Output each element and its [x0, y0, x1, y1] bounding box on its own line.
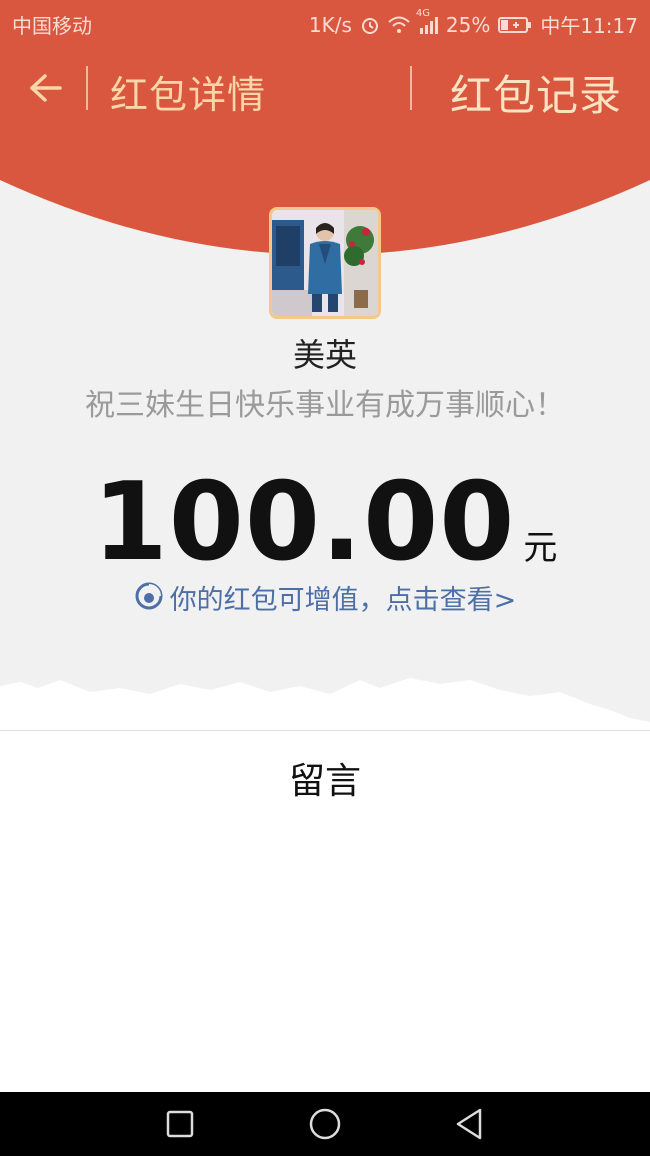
red-packet-record-link[interactable]: 红包记录 — [450, 62, 622, 123]
header-divider — [86, 66, 88, 110]
greeting-message: 祝三妹生日快乐事业有成万事顺心！ — [85, 388, 565, 423]
arrow-left-icon — [30, 74, 62, 102]
top-header: 红包详情 红包记录 — [0, 44, 650, 134]
nav-back-button[interactable] — [452, 1106, 488, 1142]
recent-apps-button[interactable] — [162, 1106, 198, 1142]
system-navigation-bar — [0, 1092, 650, 1156]
currency-unit: 元 — [523, 528, 558, 568]
amount-value: 100.00 — [92, 460, 516, 585]
header-divider — [410, 66, 412, 110]
network-speed: 1K/s — [308, 12, 352, 37]
network-type-label: 4G — [415, 7, 431, 19]
home-button[interactable] — [307, 1106, 343, 1142]
status-bar: 中国移动 1K/s 4G 25% 中午11:17 — [0, 0, 650, 44]
square-icon — [166, 1110, 194, 1138]
battery-icon — [498, 16, 532, 34]
carrier-name: 中国移动 — [12, 14, 92, 38]
amount-row: 100.00 元 — [0, 460, 650, 585]
battery-percent: 25% — [445, 12, 491, 37]
promo-link[interactable]: 你的红包可增值，点击查看> — [0, 578, 650, 618]
sender-avatar[interactable] — [269, 207, 381, 319]
sender-name: 美英 — [292, 336, 357, 374]
clock-time: 中午11:17 — [540, 14, 638, 38]
page-title: 红包详情 — [110, 73, 267, 117]
triangle-back-icon — [456, 1108, 482, 1140]
promo-text: 你的红包可增值，点击查看> — [169, 585, 517, 616]
coin-growth-icon — [134, 581, 164, 618]
circle-icon — [309, 1108, 341, 1140]
back-button[interactable] — [24, 66, 68, 110]
message-section-title: 留言 — [288, 761, 361, 802]
signal-icon: 4G — [416, 8, 438, 34]
alarm-icon — [360, 15, 380, 35]
wifi-icon — [388, 16, 410, 34]
